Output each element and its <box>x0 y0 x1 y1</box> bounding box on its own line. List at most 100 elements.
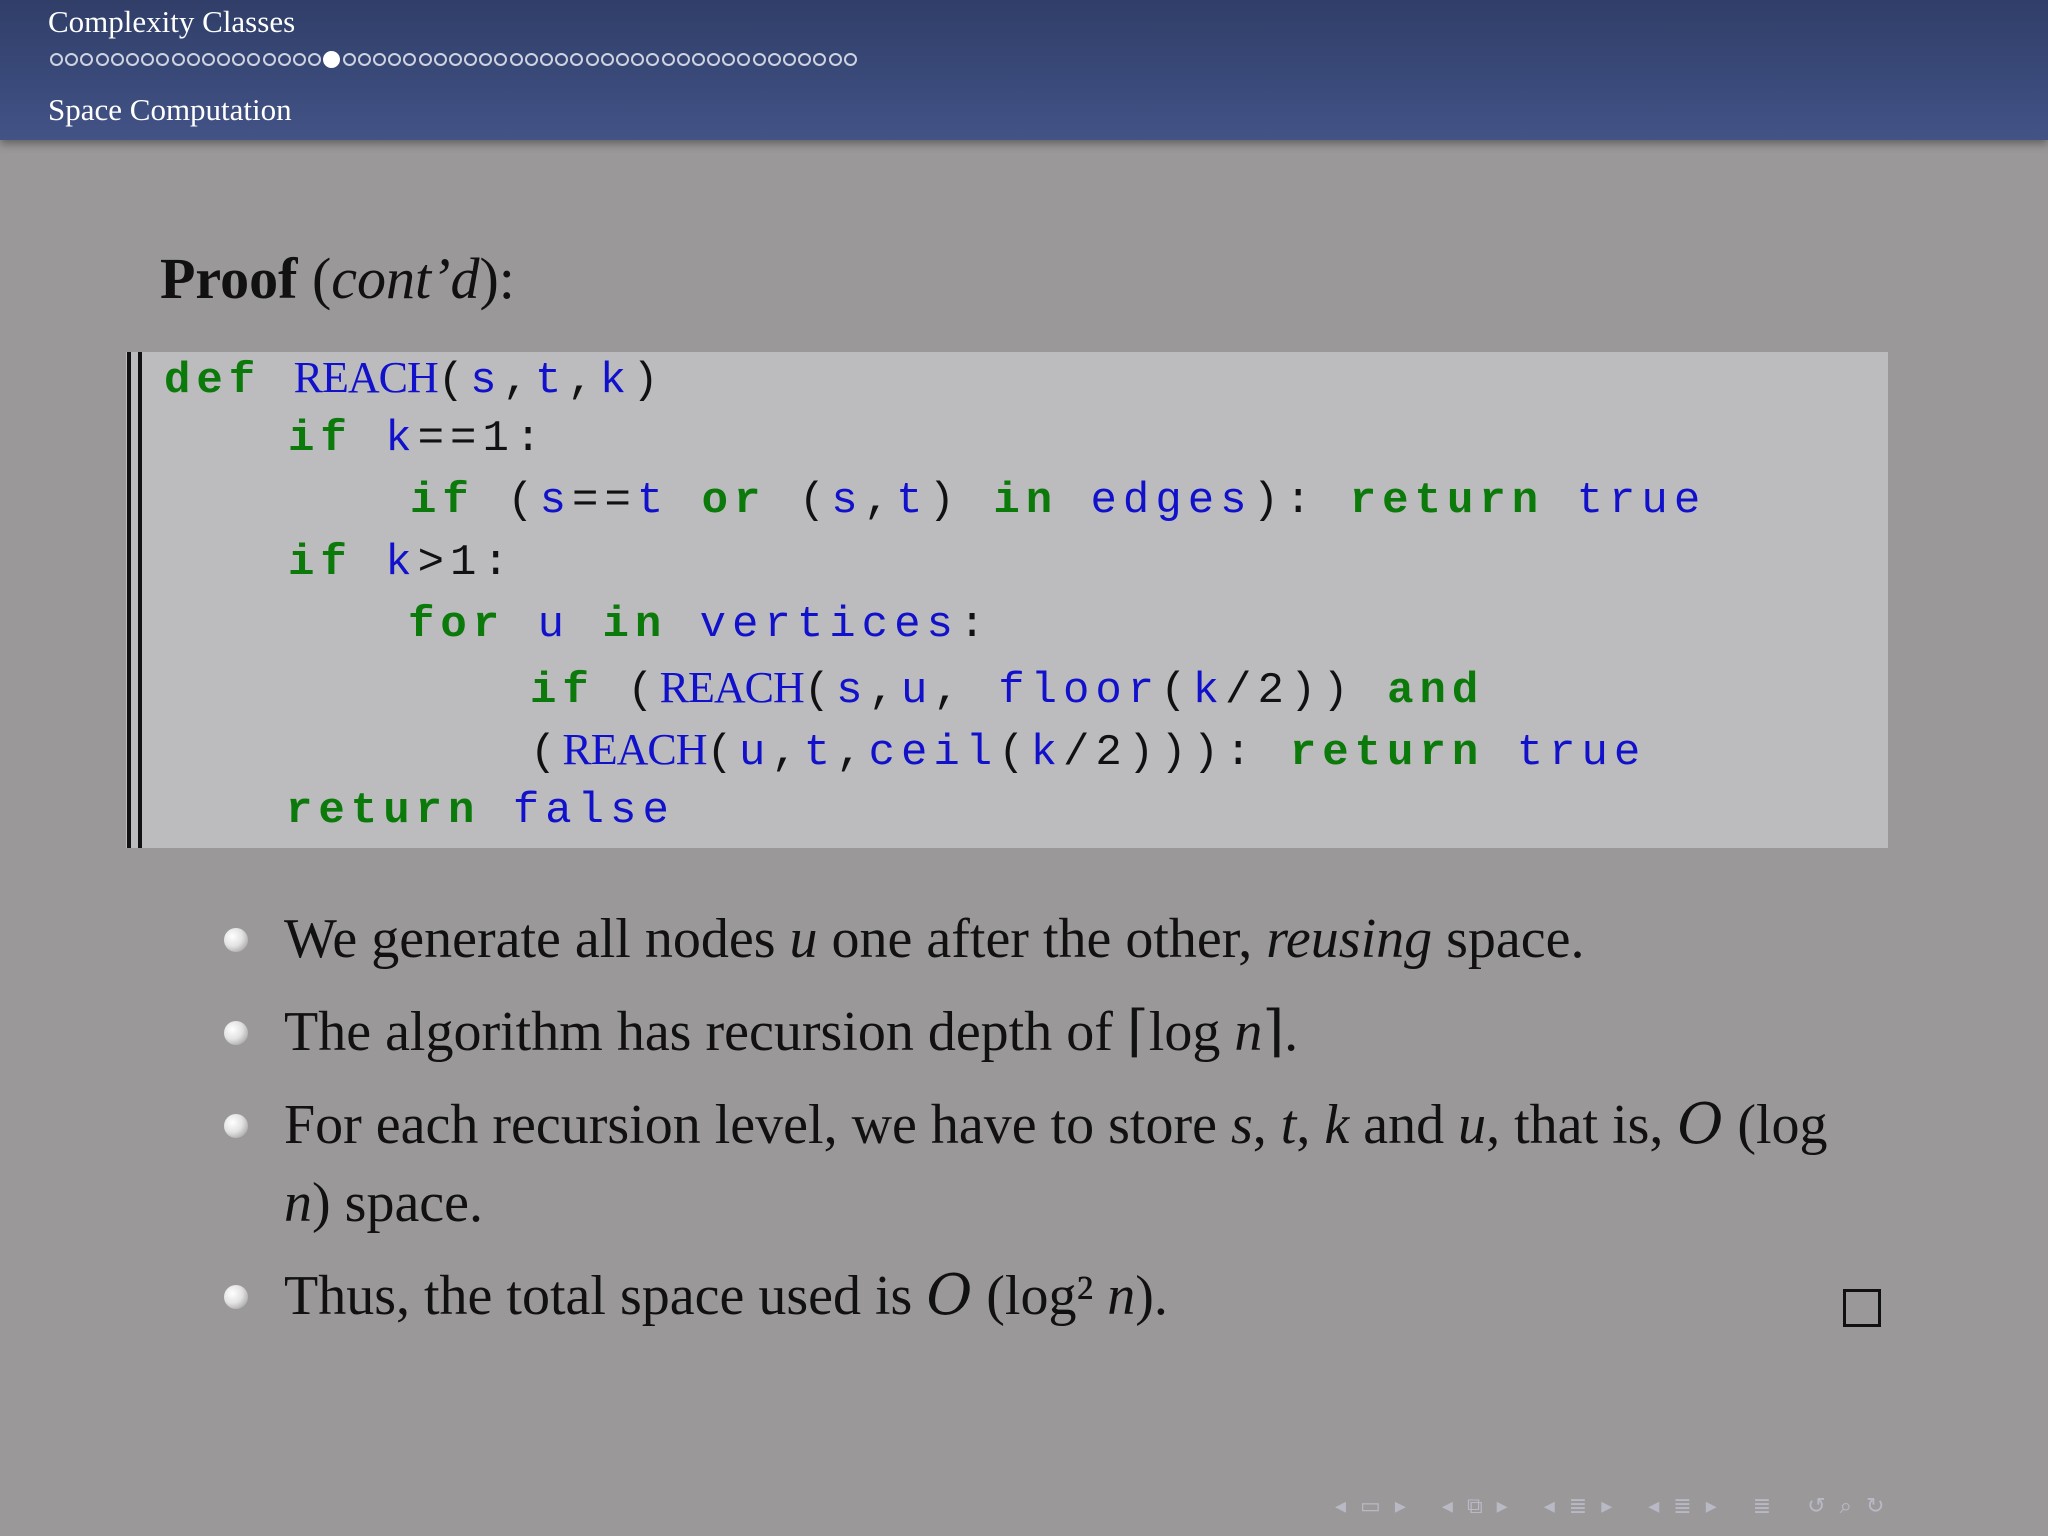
code-punctuation: ( <box>1160 666 1193 716</box>
nav-prev-section-icon[interactable]: ◂ <box>1648 1494 1659 1519</box>
progress-dot[interactable] <box>509 53 523 66</box>
code-punctuation: ( <box>998 728 1031 778</box>
nav-prev-slide-icon[interactable]: ◂ <box>1442 1494 1453 1519</box>
progress-dot[interactable] <box>171 53 185 66</box>
subsection-title[interactable]: Space Computation <box>48 92 292 128</box>
progress-dot[interactable] <box>141 53 155 66</box>
progress-dot[interactable] <box>661 53 675 66</box>
progress-dot[interactable] <box>110 53 124 66</box>
progress-dot[interactable] <box>247 53 261 66</box>
progress-dot[interactable] <box>691 53 705 66</box>
progress-dot[interactable] <box>752 53 766 66</box>
code-keyword: or <box>701 476 767 526</box>
code-keyword: if <box>288 538 353 588</box>
progress-dot[interactable] <box>388 53 402 66</box>
frame-title-open-paren: ( <box>311 246 332 311</box>
progress-dot[interactable] <box>403 53 417 66</box>
nav-slide-icon[interactable]: ⧉ <box>1467 1494 1483 1519</box>
code-punctuation: ) <box>1289 666 1323 716</box>
progress-dot[interactable] <box>767 53 781 66</box>
bullet-ball-icon <box>224 928 248 952</box>
progress-dot[interactable] <box>80 53 94 66</box>
progress-dot[interactable] <box>277 53 291 66</box>
code-identifier: s <box>836 666 869 716</box>
progress-dot[interactable] <box>737 53 751 66</box>
progress-dot[interactable] <box>615 53 629 66</box>
code-keyword: and <box>1387 666 1485 716</box>
progress-dot[interactable] <box>570 53 584 66</box>
progress-dot[interactable] <box>540 53 553 66</box>
progress-dot[interactable] <box>524 53 538 66</box>
progress-dot[interactable] <box>843 53 857 66</box>
progress-dot[interactable] <box>585 53 599 66</box>
progress-dot[interactable] <box>232 53 246 66</box>
progress-dot[interactable] <box>125 53 139 66</box>
progress-dot-current[interactable] <box>323 51 341 68</box>
progress-dot[interactable] <box>676 53 690 66</box>
progress-dot[interactable] <box>600 53 614 66</box>
nav-back-icon[interactable]: ↺ <box>1807 1494 1825 1519</box>
progress-dot[interactable] <box>555 53 569 66</box>
progress-dot[interactable] <box>418 53 432 66</box>
bullet-item: We generate all nodes u one after the ot… <box>220 900 1840 978</box>
progress-dot[interactable] <box>494 53 508 66</box>
nav-next-section-icon[interactable]: ▸ <box>1706 1494 1717 1519</box>
nav-prev-subsection-icon[interactable]: ◂ <box>1544 1494 1555 1519</box>
progress-dot[interactable] <box>50 53 63 66</box>
nav-prev-frame-icon[interactable]: ◂ <box>1335 1494 1346 1519</box>
code-punctuation: ( <box>627 666 660 716</box>
slide-progress-dots[interactable] <box>50 50 859 72</box>
progress-dot[interactable] <box>631 53 645 66</box>
bullet-text: We generate all nodes u one after the ot… <box>284 908 1585 970</box>
progress-dot[interactable] <box>707 53 721 66</box>
progress-dot[interactable] <box>646 53 660 66</box>
progress-dot[interactable] <box>448 53 462 66</box>
bullet-item: For each recursion level, we have to sto… <box>220 1086 1840 1242</box>
frame-title-italic: cont’d <box>331 246 480 311</box>
progress-dot[interactable] <box>828 53 842 66</box>
nav-forward-icon[interactable]: ↻ <box>1866 1494 1884 1519</box>
progress-dot[interactable] <box>813 53 827 66</box>
progress-dot[interactable] <box>293 53 306 66</box>
frame-title-bold: Proof <box>160 246 298 311</box>
code-punctuation: , <box>502 356 535 406</box>
code-punctuation: ) <box>632 356 665 406</box>
nav-subsection-icon[interactable]: ≣ <box>1569 1494 1587 1519</box>
nav-frame-icon[interactable]: ▭ <box>1360 1494 1381 1519</box>
progress-dot[interactable] <box>65 53 79 66</box>
nav-outline-icon[interactable]: ≣ <box>1753 1494 1771 1519</box>
progress-dot[interactable] <box>201 53 215 66</box>
progress-dot[interactable] <box>783 53 796 66</box>
progress-dot[interactable] <box>156 53 170 66</box>
progress-dot[interactable] <box>262 53 276 66</box>
nav-next-slide-icon[interactable]: ▸ <box>1497 1494 1508 1519</box>
progress-dot[interactable] <box>95 53 109 66</box>
code-punctuation: ) <box>1127 728 1161 778</box>
progress-dot[interactable] <box>357 53 371 66</box>
nav-section-icon[interactable]: ≣ <box>1673 1494 1691 1519</box>
code-identifier: k <box>1192 666 1226 716</box>
code-identifier: k <box>385 538 418 588</box>
code-keyword: for <box>408 600 506 650</box>
bullet-text: The algorithm has recursion depth of ⌈lo… <box>284 1001 1299 1063</box>
nav-next-frame-icon[interactable]: ▸ <box>1395 1494 1406 1519</box>
nav-search-icon[interactable]: ⌕ <box>1840 1494 1852 1519</box>
progress-dot[interactable] <box>479 53 493 66</box>
progress-dot[interactable] <box>342 53 356 66</box>
progress-dot[interactable] <box>372 53 386 66</box>
progress-dot[interactable] <box>798 53 812 66</box>
progress-dot[interactable] <box>308 53 322 66</box>
progress-dot[interactable] <box>433 53 447 66</box>
code-identifier: t <box>896 476 929 526</box>
progress-dot[interactable] <box>217 53 231 66</box>
section-title[interactable]: Complexity Classes <box>48 4 295 40</box>
progress-dot[interactable] <box>722 53 736 66</box>
nav-next-subsection-icon[interactable]: ▸ <box>1601 1494 1612 1519</box>
progress-dot[interactable] <box>464 53 478 66</box>
progress-dot[interactable] <box>186 53 200 66</box>
code-line: if k==1: <box>288 414 547 464</box>
